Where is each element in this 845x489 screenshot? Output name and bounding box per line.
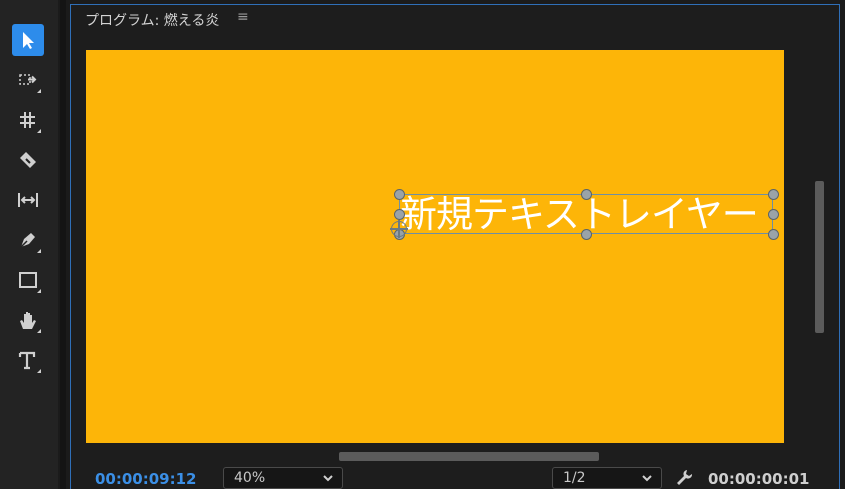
- chevron-down-icon: [322, 470, 334, 489]
- transform-handle-bottom[interactable]: [581, 229, 592, 240]
- slip-tool[interactable]: [12, 184, 44, 216]
- program-canvas[interactable]: 新規テキストレイヤー: [86, 50, 784, 443]
- razor-tool[interactable]: [12, 144, 44, 176]
- premiere-window: プログラム: 燃える炎 ≡ 新規テキストレイヤー 00:00:09:12 40%: [0, 0, 845, 489]
- hand-icon: [20, 312, 36, 329]
- track-select-icon: [19, 74, 37, 85]
- razor-icon: [20, 152, 36, 168]
- chevron-down-icon: [641, 470, 653, 489]
- pen-tool[interactable]: [12, 224, 44, 256]
- horizontal-scrollbar[interactable]: [339, 452, 599, 461]
- type-icon: [18, 351, 36, 370]
- rectangle-icon: [19, 272, 37, 288]
- playback-resolution-value: 1/2: [563, 470, 586, 486]
- panel-menu-icon[interactable]: ≡: [237, 9, 249, 25]
- text-bounding-box[interactable]: [399, 194, 773, 234]
- duration-timecode: 00:00:00:01: [708, 470, 810, 488]
- tools-panel: [0, 0, 58, 489]
- hand-tool[interactable]: [12, 304, 44, 336]
- track-select-tool[interactable]: [12, 64, 44, 96]
- type-tool[interactable]: [12, 344, 44, 376]
- anchor-point-icon[interactable]: [390, 220, 408, 238]
- arrow-icon: [23, 32, 34, 49]
- program-monitor: プログラム: 燃える炎 ≡ 新規テキストレイヤー 00:00:09:12 40%: [70, 4, 840, 489]
- playhead-timecode[interactable]: 00:00:09:12: [95, 470, 197, 488]
- panel-title[interactable]: プログラム: 燃える炎: [85, 10, 219, 30]
- transform-handle-bottom-right[interactable]: [768, 229, 779, 240]
- transform-handle-top-right[interactable]: [768, 189, 779, 200]
- ripple-edit-tool[interactable]: [12, 104, 44, 136]
- rectangle-tool[interactable]: [12, 264, 44, 296]
- ripple-edit-icon: [20, 112, 35, 128]
- panel-divider[interactable]: [60, 0, 66, 489]
- transform-handle-left[interactable]: [394, 209, 405, 220]
- settings-wrench-icon[interactable]: [675, 468, 693, 489]
- slip-icon: [18, 193, 38, 207]
- playback-resolution-dropdown[interactable]: 1/2: [552, 467, 662, 489]
- pen-icon: [20, 233, 35, 248]
- selection-tool[interactable]: [12, 24, 44, 56]
- zoom-level-dropdown[interactable]: 40%: [223, 467, 343, 489]
- transform-handle-top-left[interactable]: [394, 189, 405, 200]
- vertical-scrollbar[interactable]: [815, 181, 824, 333]
- transform-handle-top[interactable]: [581, 189, 592, 200]
- zoom-level-value: 40%: [234, 470, 266, 486]
- transform-handle-right[interactable]: [768, 209, 779, 220]
